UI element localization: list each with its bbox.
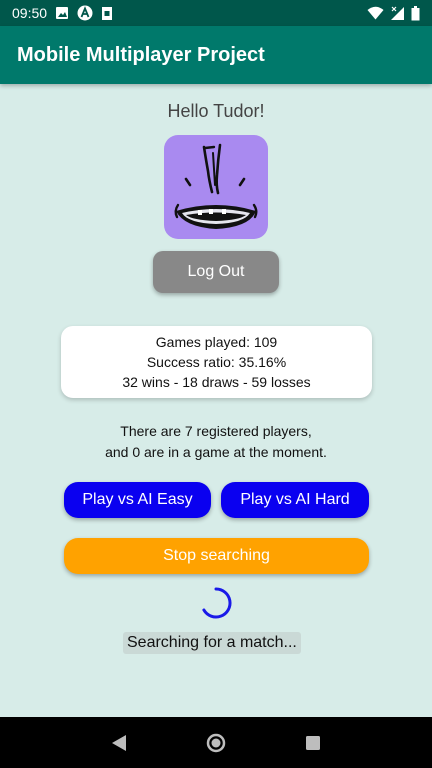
players-in-game-text: and 0 are in a game at the moment. [105,444,327,460]
monster-avatar-icon [164,135,268,239]
app-bar: Mobile Multiplayer Project [0,26,432,84]
players-info: There are 7 registered players, and 0 ar… [0,421,432,463]
back-icon[interactable] [107,731,131,755]
stop-searching-button[interactable]: Stop searching [64,538,369,574]
app-a-icon [77,5,93,21]
nav-bar [0,717,432,768]
recents-icon[interactable] [301,731,325,755]
registered-players-text: There are 7 registered players, [120,423,312,439]
wifi-icon [367,6,384,20]
logout-button[interactable]: Log Out [153,251,279,293]
loading-spinner-icon [199,586,233,620]
stats-card: Games played: 109 Success ratio: 35.16% … [61,326,372,398]
signal-icon [390,6,405,21]
app-title: Mobile Multiplayer Project [17,43,265,66]
status-left: 09:50 [12,5,113,21]
home-icon[interactable] [204,731,228,755]
status-time: 09:50 [12,5,48,21]
play-vs-ai-easy-button[interactable]: Play vs AI Easy [64,482,211,518]
greeting: Hello Tudor! [167,101,265,121]
searching-status: Searching for a match... [123,632,301,654]
status-bar: 09:50 [0,0,432,26]
success-ratio: Success ratio: 35.16% [146,354,287,370]
win-draw-loss-record: 32 wins - 18 draws - 59 losses [122,374,311,390]
battery-icon [411,5,420,21]
sd-card-icon [101,6,113,21]
image-icon [55,6,69,20]
status-right [367,5,420,21]
play-vs-ai-hard-button[interactable]: Play vs AI Hard [221,482,369,518]
games-played: Games played: 109 [155,334,278,350]
